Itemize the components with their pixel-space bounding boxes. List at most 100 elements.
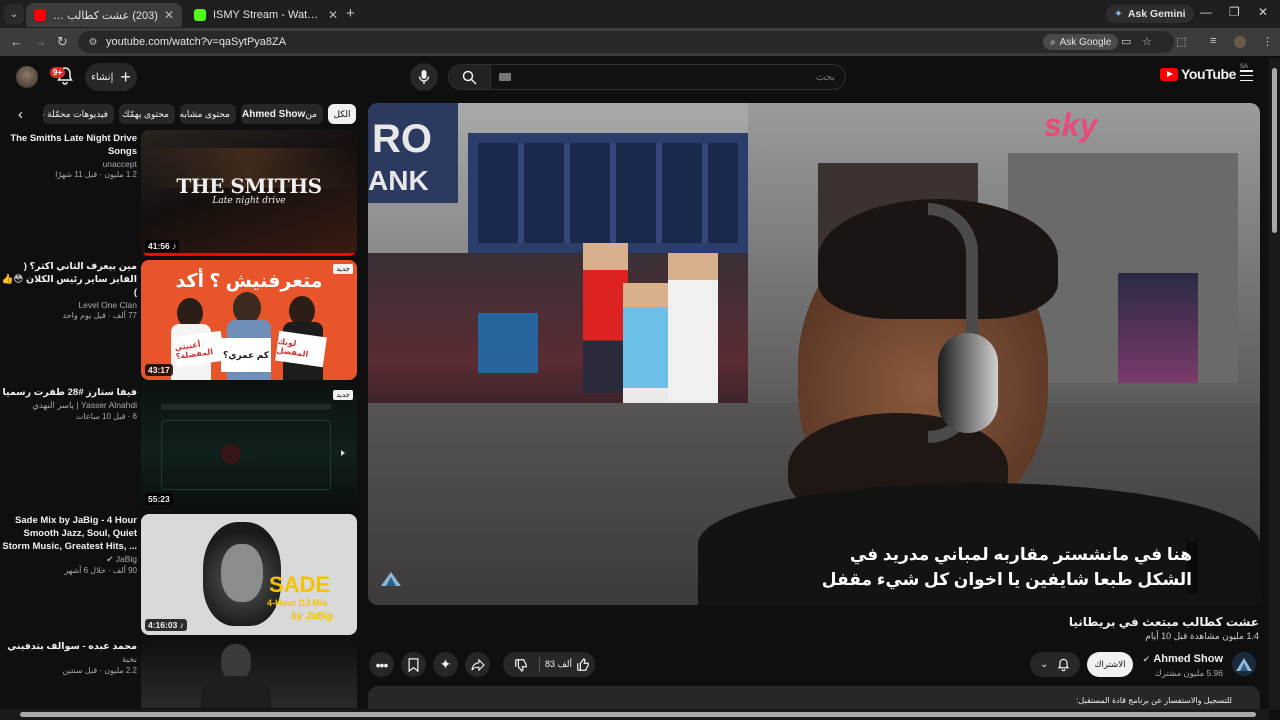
- minimize-button[interactable]: —: [1200, 5, 1212, 19]
- gemini-sparkle-icon: ✦: [1114, 8, 1123, 20]
- thumb-by: by JaBig: [291, 611, 333, 622]
- chip-for-you[interactable]: محتوى يهمّك: [119, 104, 175, 124]
- video-thumbnail[interactable]: THE SMITHS Late night drive 41:56 ♪: [141, 130, 357, 256]
- recommendation-item[interactable]: متعرفنيش ؟ أكد أغنيتي المفضلة؟ كم عمري؟ …: [0, 260, 360, 380]
- verified-icon: ✔: [1142, 654, 1151, 664]
- thumb-sign: أغنيتي المفضلة؟: [173, 330, 225, 368]
- channel-name: Ahmed Show: [1153, 653, 1223, 665]
- tab-title: ISMY Stream - Watch Live on Ki: [213, 9, 322, 21]
- thumb-title: متعرفنيش ؟ أكد: [175, 271, 323, 292]
- bookmark-star-icon[interactable]: ☆: [1142, 35, 1152, 48]
- ask-google-button[interactable]: ⌕ Ask Google: [1043, 34, 1119, 50]
- chip-downloaded[interactable]: فيديوهات محمّلة حد: [43, 104, 114, 124]
- address-bar[interactable]: ⚙ youtube.com/watch?v=qaSytPya8ZA: [78, 31, 1174, 53]
- new-tab-button[interactable]: +: [346, 5, 355, 22]
- bell-icon: [1057, 658, 1069, 671]
- storefront-sign: ANK: [368, 165, 429, 196]
- account-avatar[interactable]: [16, 66, 38, 88]
- thumb-sign: كم عمري؟: [221, 338, 271, 372]
- channel-name-row[interactable]: Ahmed Show ✔: [1143, 653, 1223, 665]
- duration-badge: 4:16:03 ♪: [145, 619, 187, 631]
- more-actions-button[interactable]: •••: [369, 652, 394, 677]
- video-meta: محمد عبده - سوالف بتدفيني نخبة 2.2 مليون…: [0, 640, 137, 675]
- maximize-button[interactable]: ❐: [1229, 5, 1240, 19]
- duration-badge: 41:56 ♪: [145, 240, 180, 252]
- chip-from-channel[interactable]: من Ahmed Show: [241, 104, 323, 124]
- video-thumbnail[interactable]: متعرفنيش ؟ أكد أغنيتي المفضلة؟ كم عمري؟ …: [141, 260, 357, 380]
- recommendation-item[interactable]: THE SMITHS Late night drive 41:56 ♪ The …: [0, 130, 360, 256]
- google-lens-icon: ⌕: [1050, 36, 1056, 48]
- sparkle-icon: ✦: [439, 656, 452, 672]
- video-view-stats[interactable]: 1.4 مليون مشاهدة قبل 10 أيام: [1145, 631, 1259, 642]
- thumb-subtitle: 4-Hour DJ Mix: [267, 598, 328, 608]
- horizontal-scrollbar[interactable]: [0, 709, 1269, 720]
- browser-menu-icon[interactable]: ⋮: [1262, 35, 1273, 48]
- share-icon: [470, 658, 485, 671]
- chip-related[interactable]: محتوى مشابه: [180, 104, 236, 124]
- video-title: مين بيعرف الثاني اكثر؟ ( الفايز ساير رئي…: [1, 261, 137, 298]
- scroll-thumb[interactable]: [20, 712, 1256, 717]
- channel-name: Yasser Alnahdi | ياسر النهدي: [32, 400, 137, 410]
- save-button[interactable]: [401, 652, 426, 677]
- thumb-down-icon: [515, 658, 527, 672]
- browser-tab-kick[interactable]: ISMY Stream - Watch Live on Ki ✕: [186, 3, 346, 27]
- video-thumbnail[interactable]: SADE 4-Hour DJ Mix by JaBig 4:16:03 ♪: [141, 514, 357, 635]
- new-badge: جديد: [333, 390, 353, 400]
- youtube-logo[interactable]: YouTube SA: [1160, 64, 1248, 82]
- scroll-thumb[interactable]: [1272, 68, 1277, 233]
- channel-avatar[interactable]: [1232, 652, 1256, 676]
- chips-scroll-back-icon[interactable]: ‹: [18, 106, 23, 123]
- notification-settings-button[interactable]: ⌄: [1030, 652, 1080, 677]
- channel-watermark-icon[interactable]: [380, 571, 402, 587]
- keyboard-icon[interactable]: [499, 73, 511, 81]
- search-button[interactable]: [449, 65, 491, 89]
- dislike-button[interactable]: [503, 652, 539, 677]
- video-stats: 90 ألف · خلال 6 أشهر: [64, 566, 137, 575]
- duration-text: 4:16:03: [148, 620, 178, 630]
- caption-line: هنا في مانشستر مقاربه لمباني مدريد في: [850, 542, 1198, 568]
- mic-icon: [418, 70, 430, 84]
- watch-progress-bar: [141, 253, 357, 256]
- reading-list-icon[interactable]: ≡: [1210, 35, 1216, 47]
- tab-search-button[interactable]: ⌄: [4, 4, 24, 24]
- chip-all[interactable]: الكل: [328, 104, 356, 124]
- chip-from-label: من: [305, 108, 317, 119]
- subscribe-button[interactable]: الاشتراك: [1087, 652, 1133, 677]
- plus-icon: +: [120, 67, 131, 87]
- storefront-sign: RO: [372, 117, 432, 161]
- reload-button[interactable]: ↻: [57, 34, 68, 50]
- url-text: youtube.com/watch?v=qaSytPya8ZA: [106, 36, 287, 48]
- voice-search-button[interactable]: [410, 63, 438, 91]
- close-window-button[interactable]: ✕: [1258, 5, 1268, 19]
- site-info-icon[interactable]: ⚙: [86, 35, 100, 49]
- video-thumbnail[interactable]: جديد 55:23: [141, 386, 357, 509]
- profile-avatar[interactable]: [1234, 36, 1246, 48]
- recommendation-item[interactable]: SADE 4-Hour DJ Mix by JaBig 4:16:03 ♪ Sa…: [0, 514, 360, 635]
- video-thumbnail[interactable]: [141, 640, 357, 708]
- vertical-scrollbar[interactable]: [1269, 58, 1280, 710]
- recommendation-item[interactable]: جديد 55:23 فيفا ستارز #28 طفرت رسميا Yas…: [0, 386, 360, 509]
- share-button[interactable]: [465, 652, 490, 677]
- close-tab-icon[interactable]: ✕: [164, 8, 174, 22]
- extensions-icon[interactable]: ⬚: [1176, 35, 1186, 48]
- video-player[interactable]: RO ANK sky هنا في مانشستر مقاربه لمباني …: [368, 103, 1260, 605]
- notification-count-badge: 9+: [50, 67, 66, 78]
- like-button[interactable]: 83 ألف: [540, 652, 595, 677]
- cast-icon[interactable]: ▭: [1121, 35, 1131, 48]
- close-tab-icon[interactable]: ✕: [328, 8, 338, 22]
- recommendation-item[interactable]: محمد عبده - سوالف بتدفيني نخبة 2.2 مليون…: [0, 640, 360, 708]
- ask-gemini-button[interactable]: ✦ Ask Gemini: [1106, 5, 1194, 23]
- video-title: عشت كطالب مبتعث في بريطانيا: [1068, 615, 1259, 629]
- search-input[interactable]: [511, 71, 845, 83]
- verified-icon: ✔: [106, 554, 114, 564]
- ask-google-label: Ask Google: [1059, 36, 1112, 48]
- thumb-subtitle: Late night drive: [212, 196, 286, 206]
- browser-tab-youtube[interactable]: (203) عشت كطالب مبتعث في بر ✕: [26, 3, 182, 27]
- create-button[interactable]: إنشاء +: [85, 63, 137, 91]
- hamburger-menu-icon[interactable]: [1240, 70, 1253, 81]
- forward-button[interactable]: →: [34, 34, 47, 49]
- video-stats: 77 ألف · قبل يوم واحد: [62, 311, 137, 320]
- ask-ai-button[interactable]: ✦: [433, 652, 458, 677]
- back-button[interactable]: ←: [10, 34, 23, 49]
- youtube-favicon-icon: [34, 9, 46, 21]
